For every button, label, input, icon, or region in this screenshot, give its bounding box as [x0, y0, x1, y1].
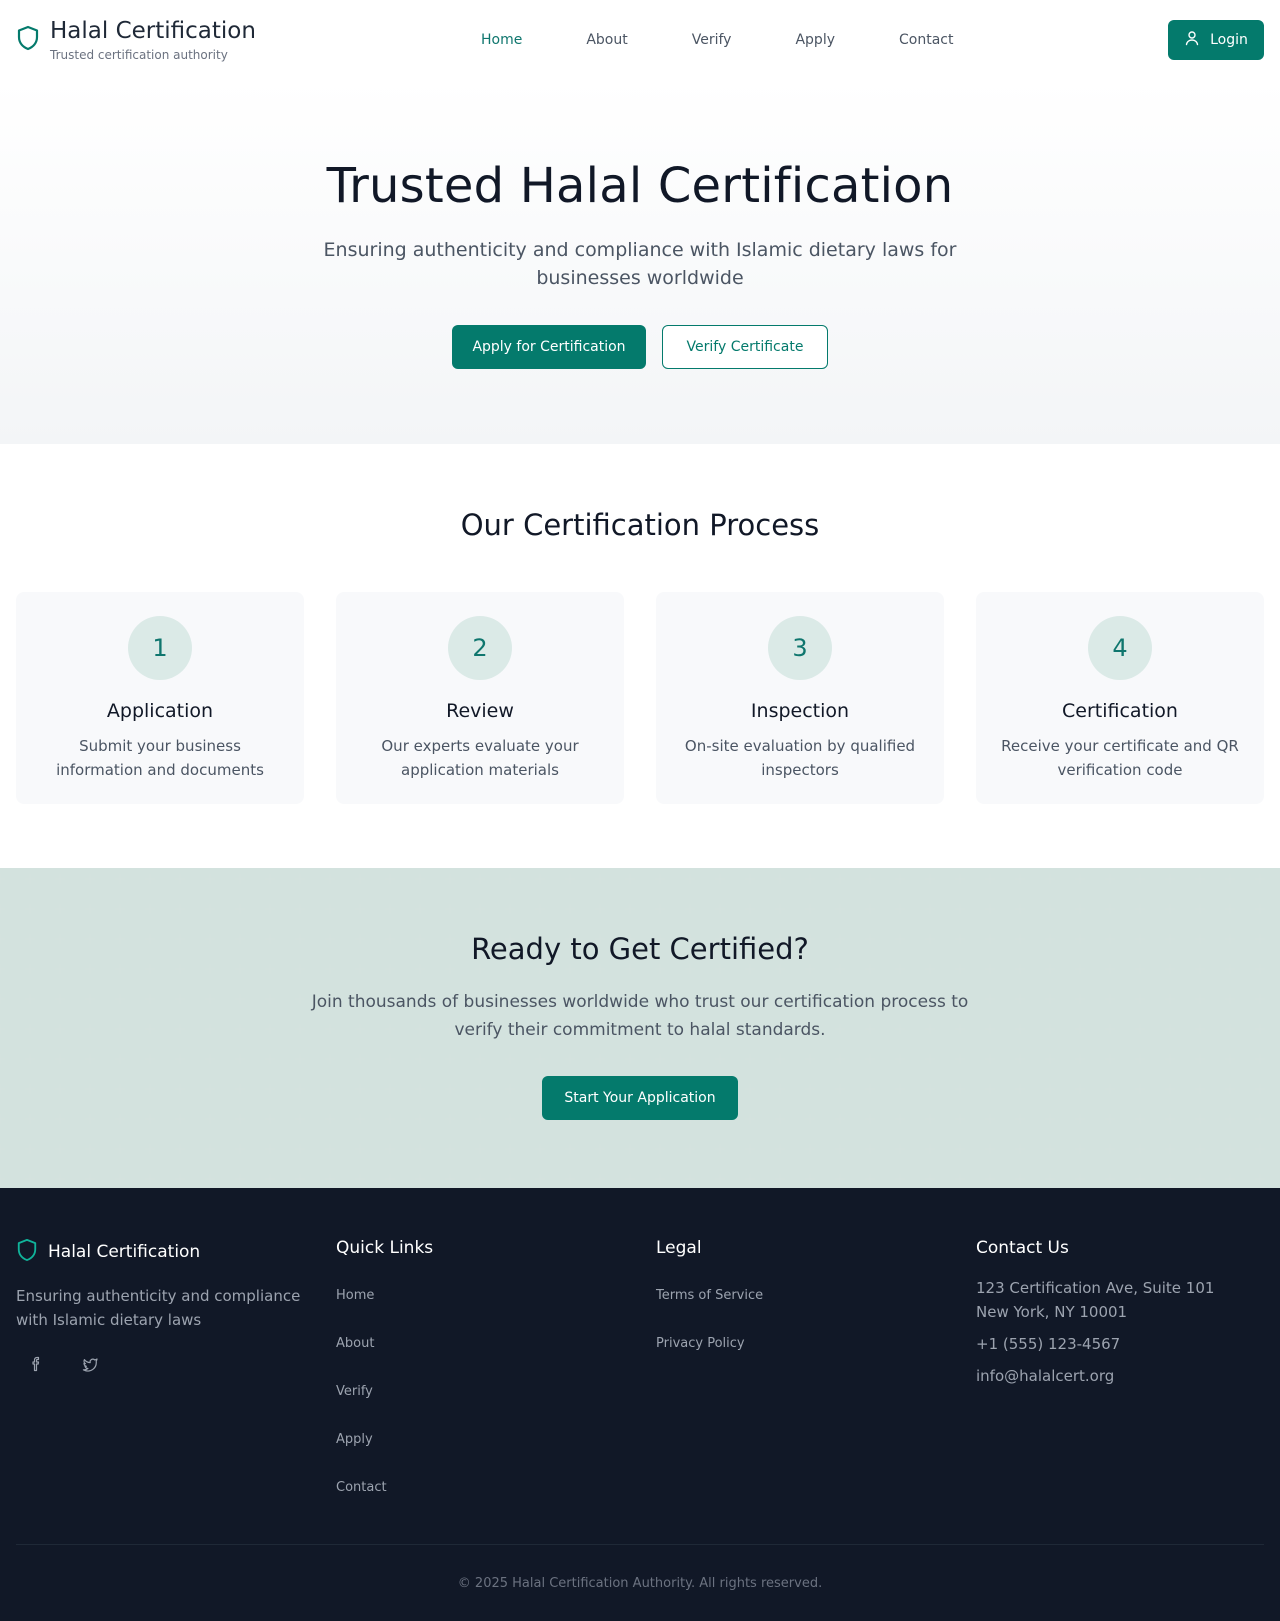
cta-text: Join thousands of businesses worldwide w… — [311, 992, 969, 1040]
brand-subtitle: Trusted certification authority — [50, 48, 228, 63]
step-description: On-site evaluation by qualified inspecto… — [684, 737, 916, 779]
footer-legal-column: Legal Terms of Service Privacy Policy — [656, 1238, 944, 1527]
step-number: 3 — [768, 616, 832, 680]
address-line-2: New York, NY 10001 — [976, 1303, 1128, 1321]
main-nav: Home About Verify Apply Contact — [481, 0, 1017, 80]
footer-link-home[interactable]: Home — [336, 1287, 624, 1304]
footer-link-privacy[interactable]: Privacy Policy — [656, 1335, 944, 1352]
facebook-icon[interactable] — [28, 1356, 44, 1376]
step-card: 1 Application Submit your business infor… — [16, 592, 304, 804]
cta-title: Ready to Get Certified? — [471, 932, 809, 966]
nav-contact[interactable]: Contact — [899, 32, 953, 48]
step-title: Application — [106, 700, 214, 722]
legal-title: Legal — [656, 1238, 702, 1258]
login-button[interactable]: Login — [1168, 20, 1264, 60]
start-application-button[interactable]: Start Your Application — [542, 1076, 738, 1120]
step-description: Receive your certificate and QR verifica… — [1001, 737, 1239, 779]
address-line-1: 123 Certification Ave, Suite 101 — [976, 1279, 1215, 1297]
cta-section: Ready to Get Certified? Join thousands o… — [0, 868, 1280, 1188]
step-number: 4 — [1088, 616, 1152, 680]
footer-link-contact[interactable]: Contact — [336, 1479, 624, 1496]
nav-about[interactable]: About — [586, 32, 627, 48]
verify-certificate-button[interactable]: Verify Certificate — [662, 325, 828, 369]
footer-brand-title: Halal Certification — [48, 1242, 201, 1262]
footer-brand-text: Ensuring authenticity and compliance wit… — [16, 1287, 301, 1329]
step-card: 4 Certification Receive your certificate… — [976, 592, 1264, 804]
email-address[interactable]: info@halalcert.org — [976, 1364, 1264, 1388]
social-links — [16, 1356, 304, 1376]
step-description: Submit your business information and doc… — [56, 737, 264, 779]
step-description: Our experts evaluate your application ma… — [381, 737, 579, 779]
step-title: Review — [446, 700, 514, 722]
footer-link-about[interactable]: About — [336, 1335, 624, 1352]
footer-divider — [16, 1544, 1264, 1545]
nav-home[interactable]: Home — [481, 32, 522, 48]
site-header: Halal Certification Trusted certificatio… — [0, 0, 1280, 80]
process-steps: 1 Application Submit your business infor… — [0, 592, 1280, 804]
nav-verify[interactable]: Verify — [692, 32, 732, 48]
footer-quick-links-column: Quick Links Home About Verify Apply Cont… — [336, 1238, 624, 1527]
footer-link-apply[interactable]: Apply — [336, 1431, 624, 1448]
step-title: Certification — [1062, 700, 1178, 722]
nav-apply[interactable]: Apply — [795, 32, 835, 48]
shield-icon — [16, 25, 40, 55]
hero-title: Trusted Halal Certification — [326, 158, 954, 214]
phone-number[interactable]: +1 (555) 123-4567 — [976, 1332, 1264, 1356]
footer-link-terms[interactable]: Terms of Service — [656, 1287, 944, 1304]
step-title: Inspection — [750, 700, 850, 722]
shield-icon — [16, 1238, 38, 1266]
login-label: Login — [1210, 32, 1248, 48]
copyright-text: © 2025 Halal Certification Authority. Al… — [457, 1576, 823, 1591]
quick-links-title: Quick Links — [336, 1238, 434, 1258]
step-number: 1 — [128, 616, 192, 680]
step-card: 2 Review Our experts evaluate your appli… — [336, 592, 624, 804]
twitter-icon[interactable] — [82, 1356, 98, 1376]
footer-contact-column: Contact Us 123 Certification Ave, Suite … — [976, 1238, 1264, 1527]
footer-link-verify[interactable]: Verify — [336, 1383, 624, 1400]
contact-title: Contact Us — [976, 1238, 1069, 1258]
brand[interactable]: Halal Certification Trusted certificatio… — [16, 17, 256, 63]
hero-section: Trusted Halal Certification Ensuring aut… — [0, 80, 1280, 444]
step-number: 2 — [448, 616, 512, 680]
user-icon — [1184, 30, 1200, 50]
hero-subtitle: Ensuring authenticity and compliance wit… — [323, 239, 957, 289]
brand-title: Halal Certification — [50, 17, 256, 44]
apply-certification-button[interactable]: Apply for Certification — [452, 325, 646, 369]
footer-brand-column: Halal Certification Ensuring authenticit… — [16, 1238, 304, 1527]
site-footer: Halal Certification Ensuring authenticit… — [0, 1188, 1280, 1621]
step-card: 3 Inspection On-site evaluation by quali… — [656, 592, 944, 804]
process-section: Our Certification Process 1 Application … — [0, 444, 1280, 868]
process-title: Our Certification Process — [460, 508, 820, 542]
